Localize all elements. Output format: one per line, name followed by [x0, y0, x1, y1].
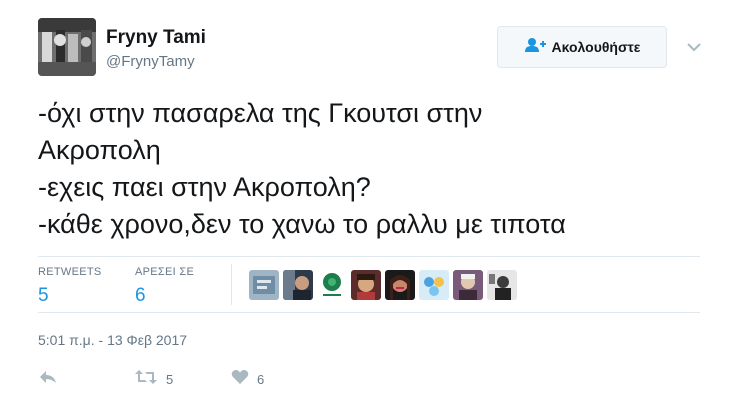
follow-button[interactable]: Ακολουθήστε — [497, 26, 667, 68]
reply-button[interactable] — [38, 369, 134, 390]
tweet-text-line: -κάθε χρονο,δεν το χανω το ραλλυ με τιπο… — [38, 209, 566, 239]
follow-user-plus-icon — [524, 37, 546, 58]
retweet-icon — [134, 369, 158, 390]
stats-separator — [231, 264, 232, 305]
likes-count: 6 — [135, 285, 146, 306]
liker-avatar[interactable] — [249, 270, 279, 300]
liker-avatar[interactable] — [419, 270, 449, 300]
tweet-timestamp[interactable]: 5:01 π.μ. - 13 Φεβ 2017 — [38, 332, 187, 348]
like-button[interactable]: 6 — [231, 369, 264, 390]
likes-label: ΑΡΕΣΕΙ ΣΕ — [135, 266, 195, 278]
liker-avatar[interactable] — [453, 270, 483, 300]
stats-bottom-divider — [38, 312, 700, 313]
liker-avatar[interactable] — [351, 270, 381, 300]
stats-top-divider — [38, 256, 700, 257]
retweets-count: 5 — [38, 285, 49, 306]
author-name[interactable]: Fryny Tami — [106, 27, 206, 49]
tweet-text: -όχι στην πασαρελα της Γκουτσι στην Ακρο… — [38, 95, 718, 243]
retweets-stat[interactable]: RETWEETS 5 — [38, 266, 102, 307]
liker-avatar[interactable] — [487, 270, 517, 300]
tweet-actions: 5 6 — [38, 366, 264, 392]
like-heart-icon — [231, 369, 249, 390]
tweet-text-line: -όχι στην πασαρελα της Γκουτσι στην — [38, 98, 483, 128]
liker-avatars — [249, 270, 517, 300]
author-avatar[interactable] — [38, 18, 96, 76]
retweet-count: 5 — [166, 371, 174, 387]
tweet-text-line: -εχεις παει στην Ακροπολη? — [38, 172, 371, 202]
retweet-button[interactable]: 5 — [134, 369, 231, 390]
like-count: 6 — [257, 371, 265, 387]
follow-button-label: Ακολουθήστε — [551, 39, 641, 55]
author-handle[interactable]: @FrynyTamy — [106, 53, 195, 70]
reply-icon — [38, 369, 58, 390]
retweets-label: RETWEETS — [38, 266, 102, 278]
liker-avatar[interactable] — [385, 270, 415, 300]
likes-stat[interactable]: ΑΡΕΣΕΙ ΣΕ 6 — [135, 266, 194, 307]
liker-avatar[interactable] — [317, 270, 347, 300]
liker-avatar[interactable] — [283, 270, 313, 300]
tweet-text-line: Ακροπολη — [38, 135, 161, 165]
dropdown-caret-icon[interactable] — [684, 37, 704, 57]
